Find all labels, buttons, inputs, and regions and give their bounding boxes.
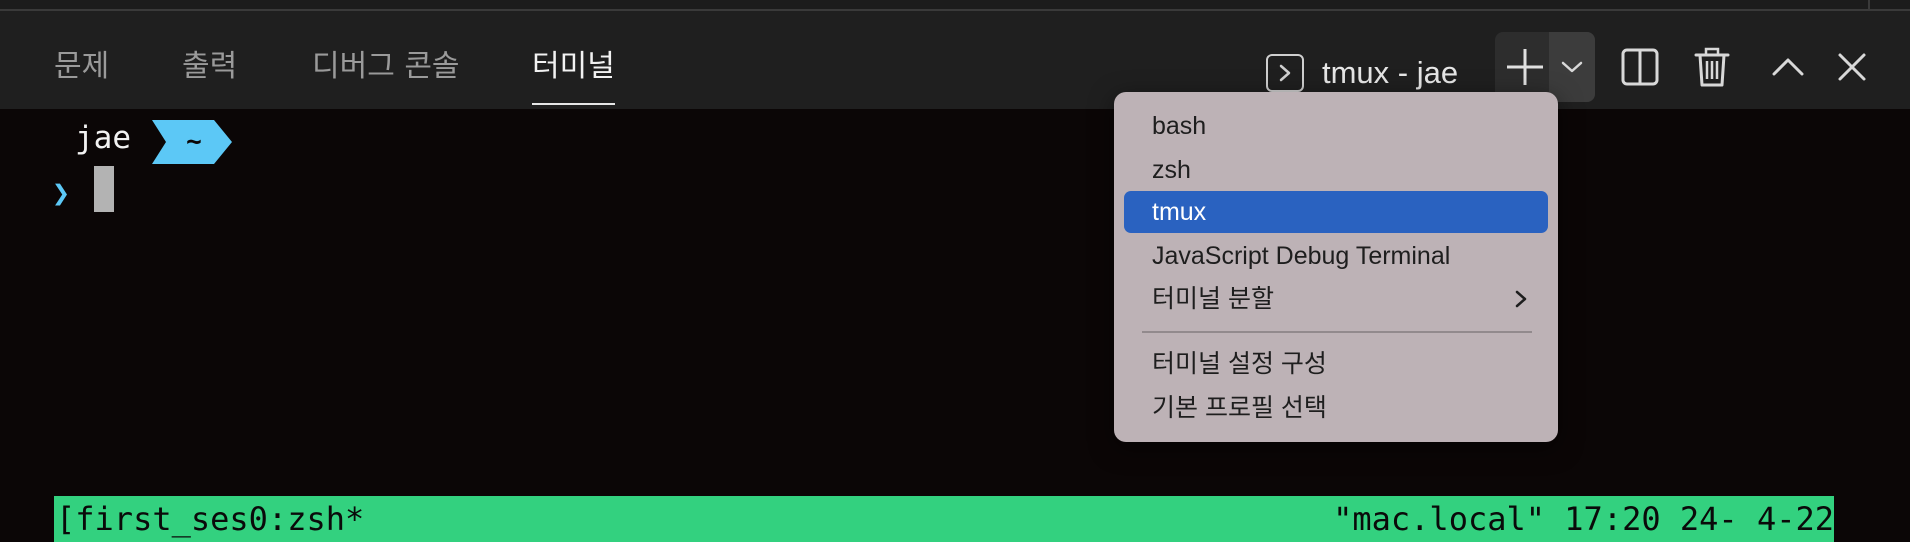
prompt-directory-segment: ~ [152,120,232,164]
menu-item-bash[interactable]: bash [1124,105,1548,147]
trash-icon [1694,47,1730,87]
tab-problems[interactable]: 문제 [54,41,109,105]
tmux-session-label: [first_ses0:zsh* [56,500,365,538]
prompt-caret: ❯ [52,176,71,211]
terminal-icon [1266,54,1304,92]
close-panel-button[interactable] [1832,33,1872,101]
menu-item-select-default-profile[interactable]: 기본 프로필 선택 [1124,387,1548,429]
menu-item-configure-settings[interactable]: 터미널 설정 구성 [1124,343,1548,385]
maximize-panel-button[interactable] [1768,33,1808,101]
menu-item-split-label: 터미널 분할 [1152,285,1274,313]
chevron-right-icon [1515,290,1527,308]
new-terminal-button[interactable] [1502,33,1548,101]
menu-item-split-terminal[interactable]: 터미널 분할 [1124,278,1548,320]
menu-separator [1142,331,1532,333]
window-top-border [0,0,1910,11]
terminal-area[interactable] [0,109,1910,542]
terminal-selector-label: tmux - jae [1322,55,1459,90]
panel-header: 문제 출력 디버그 콘솔 터미널 tmux - jae [0,11,1910,109]
terminal-cursor [94,166,114,212]
split-terminal-button[interactable] [1618,33,1662,101]
split-icon [1621,48,1659,86]
close-icon [1838,53,1866,81]
plus-icon [1507,49,1543,85]
launch-profile-chevron[interactable] [1549,33,1595,101]
border-divider [1868,0,1870,11]
menu-item-zsh[interactable]: zsh [1124,149,1548,191]
tmux-host-time: "mac.local" 17:20 24- 4-22 [1333,500,1834,538]
menu-item-js-debug-terminal[interactable]: JavaScript Debug Terminal [1124,235,1548,277]
tab-terminal[interactable]: 터미널 [532,41,615,105]
prompt-user: jae [75,120,131,156]
tab-debug-console[interactable]: 디버그 콘솔 [312,41,460,105]
tab-output[interactable]: 출력 [182,41,237,105]
kill-terminal-button[interactable] [1690,33,1734,101]
chevron-up-icon [1772,58,1804,76]
prompt-dir: ~ [186,127,202,157]
menu-item-tmux[interactable]: tmux [1124,191,1548,233]
chevron-down-icon [1561,61,1583,73]
tmux-status-bar: [first_ses0:zsh* "mac.local" 17:20 24- 4… [54,496,1834,542]
terminal-profile-menu: bash zsh tmux JavaScript Debug Terminal … [1114,92,1558,442]
